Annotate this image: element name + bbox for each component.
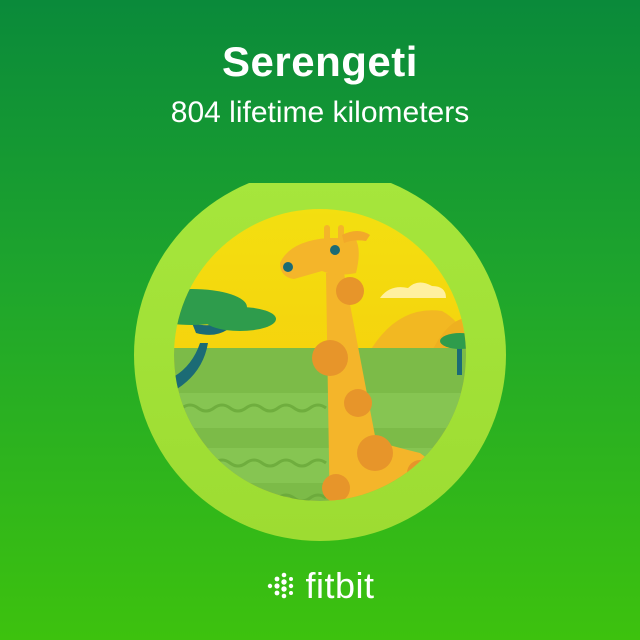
- brand-logo: fitbit: [0, 563, 640, 609]
- brand-name: fitbit: [305, 565, 375, 606]
- achievement-card: Serengeti 804 lifetime kilometers fitbit: [0, 0, 640, 640]
- fitbit-dots-icon: [268, 572, 294, 599]
- badge-title: Serengeti: [222, 38, 418, 85]
- giraffe-savanna-icon: [134, 183, 506, 541]
- badge-subtitle: 804 lifetime kilometers: [170, 96, 470, 129]
